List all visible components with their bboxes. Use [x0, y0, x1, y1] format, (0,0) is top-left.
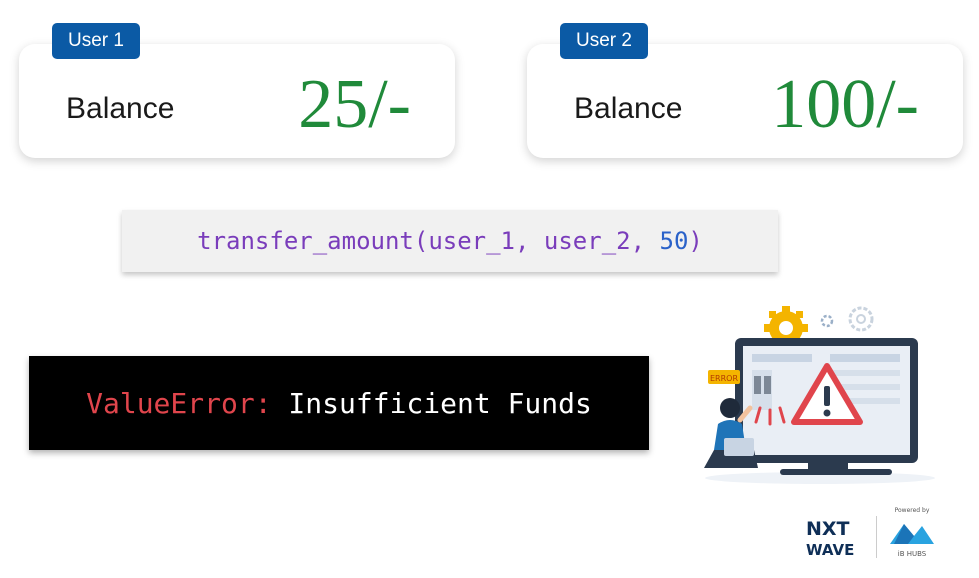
code-close: ): [688, 227, 703, 255]
code-snippet: transfer_amount(user_1, user_2, 50): [122, 210, 778, 272]
user1-balance-value: 25/-: [298, 66, 411, 143]
error-warning-illustration-icon: ERROR: [704, 306, 935, 484]
ibhubs-logo-icon: Powered by iB HUBS: [890, 507, 934, 558]
nxt-logo-line1: NXT: [806, 518, 850, 540]
user1-tag: User 1: [52, 23, 140, 59]
logo-separator: [876, 516, 877, 558]
user2-tag: User 2: [560, 23, 648, 59]
powered-by-text: Powered by: [895, 507, 930, 514]
user2-balance-card: Balance 100/-: [527, 44, 963, 158]
error-message: Insufficient Funds: [288, 386, 592, 420]
error-type: ValueError:: [86, 386, 272, 420]
user2-balance-value: 100/-: [771, 66, 919, 143]
nxtwave-logo-icon: NXT WAVE: [806, 518, 854, 559]
user2-balance-label: Balance: [574, 92, 683, 125]
ibhubs-text: iB HUBS: [898, 550, 927, 558]
code-call: transfer_amount(user_1, user_2,: [197, 227, 660, 255]
code-amount: 50: [659, 227, 689, 255]
error-badge-text: ERROR: [710, 374, 738, 383]
nxt-logo-line2: WAVE: [806, 541, 854, 559]
error-output: ValueError: Insufficient Funds: [29, 356, 649, 450]
user1-balance-card: Balance 25/-: [19, 44, 455, 158]
user1-balance-label: Balance: [66, 92, 175, 125]
